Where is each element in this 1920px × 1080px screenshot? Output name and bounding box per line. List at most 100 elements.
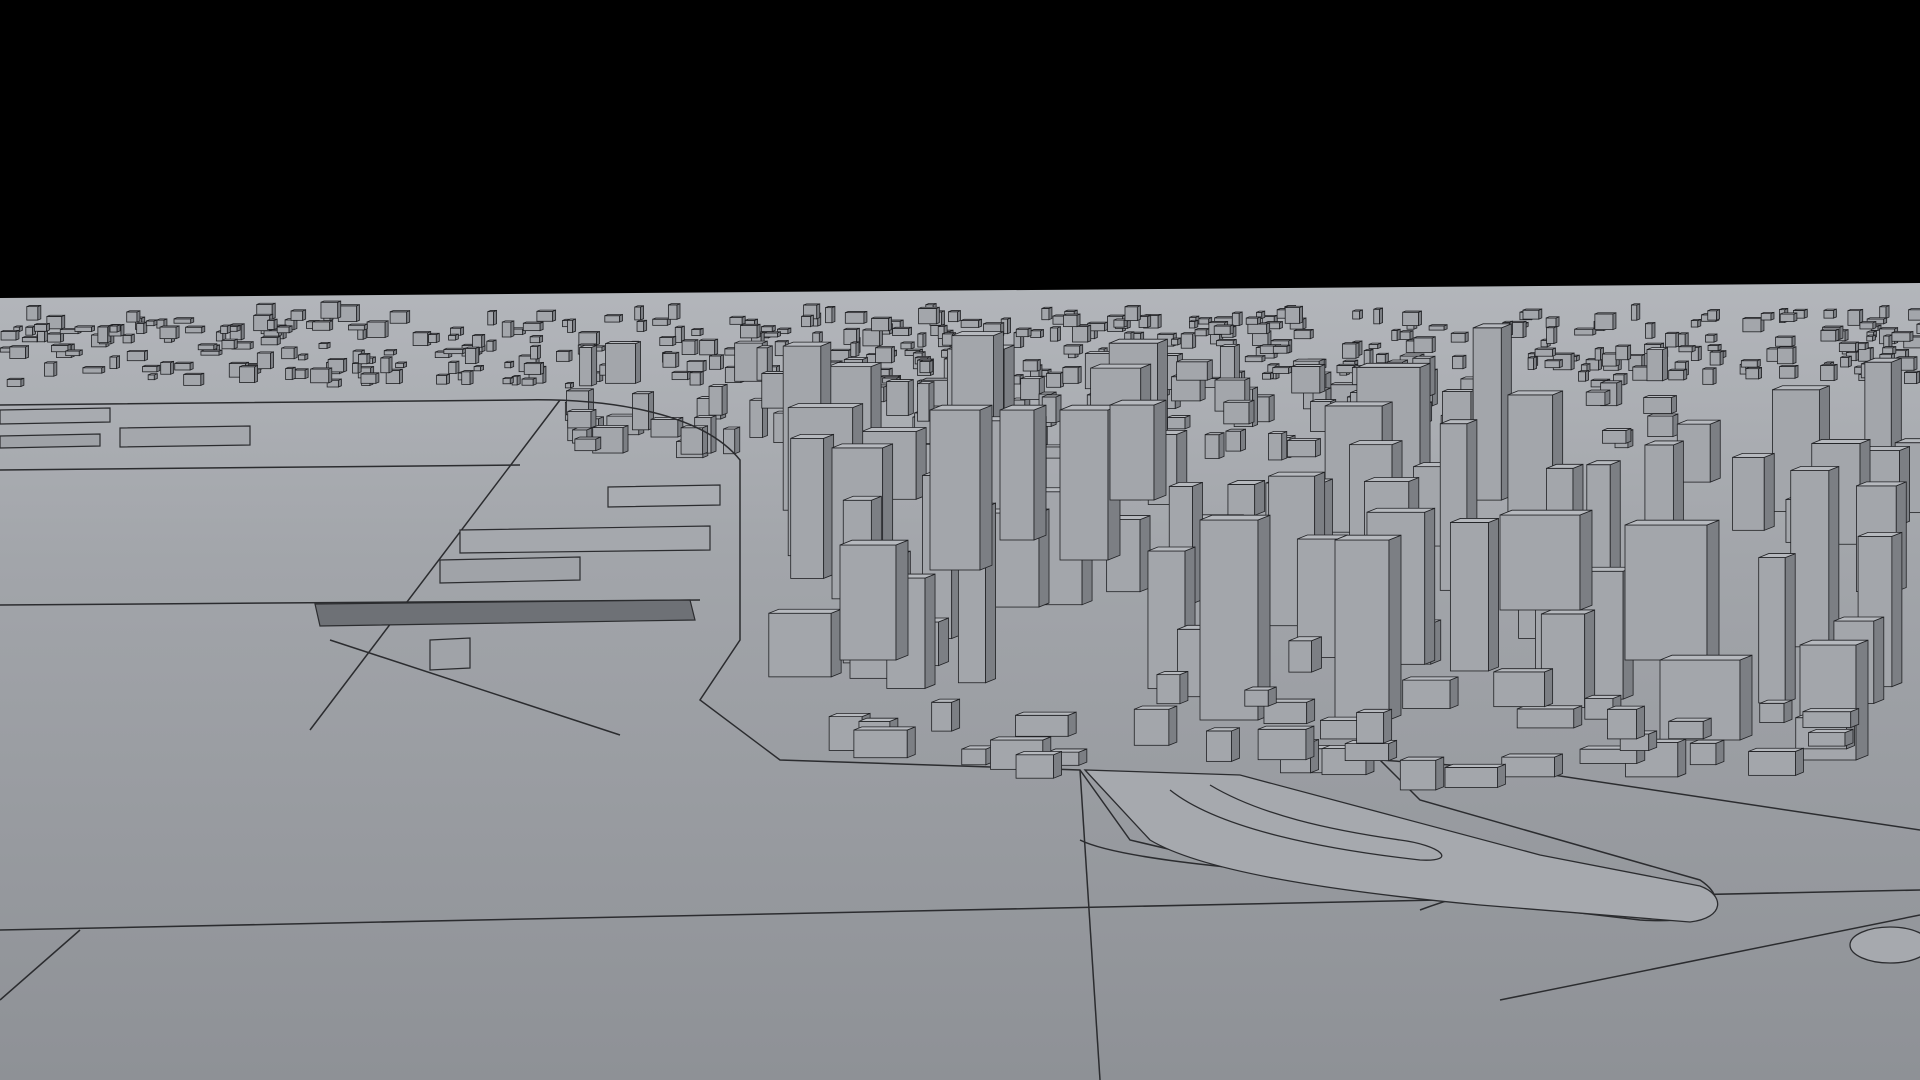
distant-building <box>1284 305 1303 324</box>
distant-building <box>1678 332 1689 348</box>
tall-tower <box>1334 534 1402 721</box>
distant-building <box>185 325 206 334</box>
distant-building <box>1231 311 1243 327</box>
distant-building <box>564 381 574 389</box>
distant-building <box>65 349 83 357</box>
distant-building <box>1745 366 1762 380</box>
mid-building <box>1646 347 1668 382</box>
mid-building <box>574 436 602 452</box>
distant-building <box>875 345 895 364</box>
distant-building <box>1578 369 1589 382</box>
distant-building <box>1015 327 1032 338</box>
distant-building <box>686 359 707 373</box>
distant-building <box>1293 328 1314 340</box>
distant-building <box>1840 355 1852 368</box>
distant-building <box>1262 371 1274 380</box>
low-building <box>1802 707 1860 729</box>
distant-building <box>1678 344 1696 353</box>
distant-building <box>801 314 814 328</box>
mid-building <box>1223 399 1255 425</box>
distant-building <box>567 318 576 333</box>
distant-building <box>674 325 685 344</box>
distant-building <box>1391 328 1401 341</box>
tall-tower <box>1624 519 1720 661</box>
tower <box>1790 465 1840 648</box>
distant-building <box>1779 312 1798 323</box>
distant-building <box>1690 318 1702 328</box>
tower <box>768 608 842 678</box>
distant-building <box>239 364 258 384</box>
distant-building <box>220 324 231 335</box>
mid-building <box>579 344 598 387</box>
mid-building <box>1291 363 1326 394</box>
distant-building <box>529 334 544 344</box>
distant-building <box>604 313 623 323</box>
distant-building <box>691 327 704 337</box>
tower <box>1758 552 1796 704</box>
distant-building <box>1213 324 1234 335</box>
distant-building <box>122 333 135 344</box>
mid-building <box>567 408 597 429</box>
distant-building <box>1891 330 1914 342</box>
distant-building <box>0 329 20 341</box>
sky <box>0 0 1920 300</box>
distant-building <box>1866 334 1876 342</box>
distant-building <box>1645 321 1656 339</box>
distant-building <box>504 360 515 369</box>
distant-building <box>634 305 644 321</box>
distant-building <box>256 351 274 370</box>
distant-building <box>197 343 218 351</box>
distant-building <box>74 325 95 333</box>
mid-building <box>605 340 641 384</box>
distant-building <box>473 364 484 372</box>
distant-building <box>1180 332 1197 349</box>
distant-building <box>740 323 761 339</box>
distant-building <box>443 347 467 355</box>
distant-building <box>708 354 724 370</box>
mid-building <box>708 383 728 416</box>
distant-building <box>1041 306 1053 321</box>
distant-building <box>1272 344 1291 354</box>
distant-building <box>200 349 223 356</box>
distant-building <box>1352 309 1363 320</box>
distant-building <box>578 330 600 346</box>
distant-building <box>1823 308 1837 319</box>
distant-building <box>763 331 781 338</box>
distant-building <box>290 309 307 321</box>
distant-building <box>412 330 432 347</box>
distant-building <box>1665 331 1680 348</box>
distant-building <box>900 341 915 350</box>
distant-building <box>487 309 497 326</box>
distant-building <box>337 304 360 323</box>
distant-building <box>360 372 380 384</box>
distant-building <box>1402 310 1422 327</box>
distant-building <box>486 339 497 352</box>
distant-building <box>26 304 42 321</box>
distant-building <box>267 318 278 331</box>
distant-building <box>1544 358 1563 369</box>
distant-building <box>260 335 281 346</box>
distant-building <box>126 349 148 362</box>
distant-building <box>1546 325 1558 345</box>
distant-building <box>136 321 148 335</box>
distant-building <box>320 300 342 319</box>
distant-building <box>1709 350 1724 366</box>
distant-building <box>142 364 161 373</box>
tower <box>1472 323 1512 501</box>
tower <box>1288 636 1322 673</box>
distant-building <box>109 324 121 333</box>
distant-building <box>536 309 557 322</box>
distant-building <box>297 353 309 361</box>
distant-building <box>145 319 158 327</box>
distant-building <box>1775 335 1796 347</box>
mid-building <box>723 426 741 455</box>
distant-building <box>1413 336 1436 354</box>
mid-building <box>1204 432 1225 459</box>
low-building <box>1516 705 1583 729</box>
distant-building <box>844 310 868 324</box>
distant-building <box>1777 346 1797 365</box>
low-building <box>1748 747 1804 776</box>
low-building <box>1402 676 1459 710</box>
distant-building <box>34 322 50 332</box>
low-building <box>1607 705 1645 740</box>
